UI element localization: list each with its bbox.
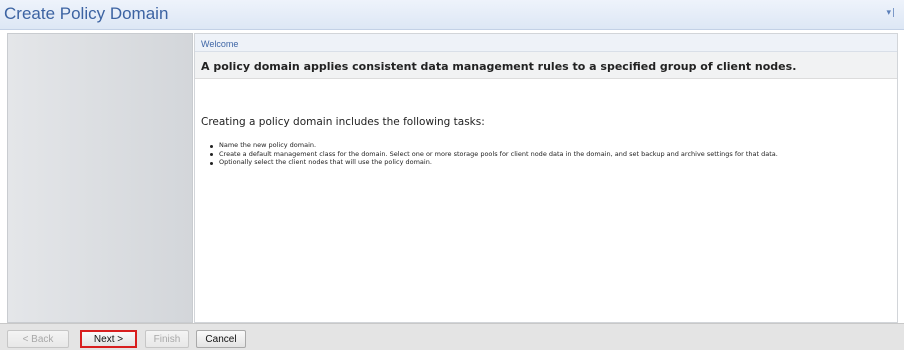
step-name: Welcome [195,34,897,52]
task-item-management-class: Create a default management class for th… [207,150,887,159]
title-bar: Create Policy Domain ▾| [0,0,904,30]
task-item-client-nodes: Optionally select the client nodes that … [207,159,887,167]
step-headline: A policy domain applies consistent data … [195,52,897,79]
window-title: Create Policy Domain [4,4,169,23]
task-item-name: Name the new policy domain. [207,141,887,150]
finish-button[interactable]: Finish [145,330,189,348]
wizard-button-bar: < Back Next > Finish Cancel [0,323,904,350]
wizard-steps-sidebar [7,33,193,323]
wizard-content-pane: Welcome A policy domain applies consiste… [194,33,898,323]
back-button[interactable]: < Back [7,330,69,348]
next-button[interactable]: Next > [80,330,137,348]
intro-text: Creating a policy domain includes the fo… [201,116,485,128]
cancel-button[interactable]: Cancel [196,330,246,348]
task-list: Name the new policy domain. Create a def… [207,141,887,168]
window-menu-icon[interactable]: ▾| [886,8,896,18]
